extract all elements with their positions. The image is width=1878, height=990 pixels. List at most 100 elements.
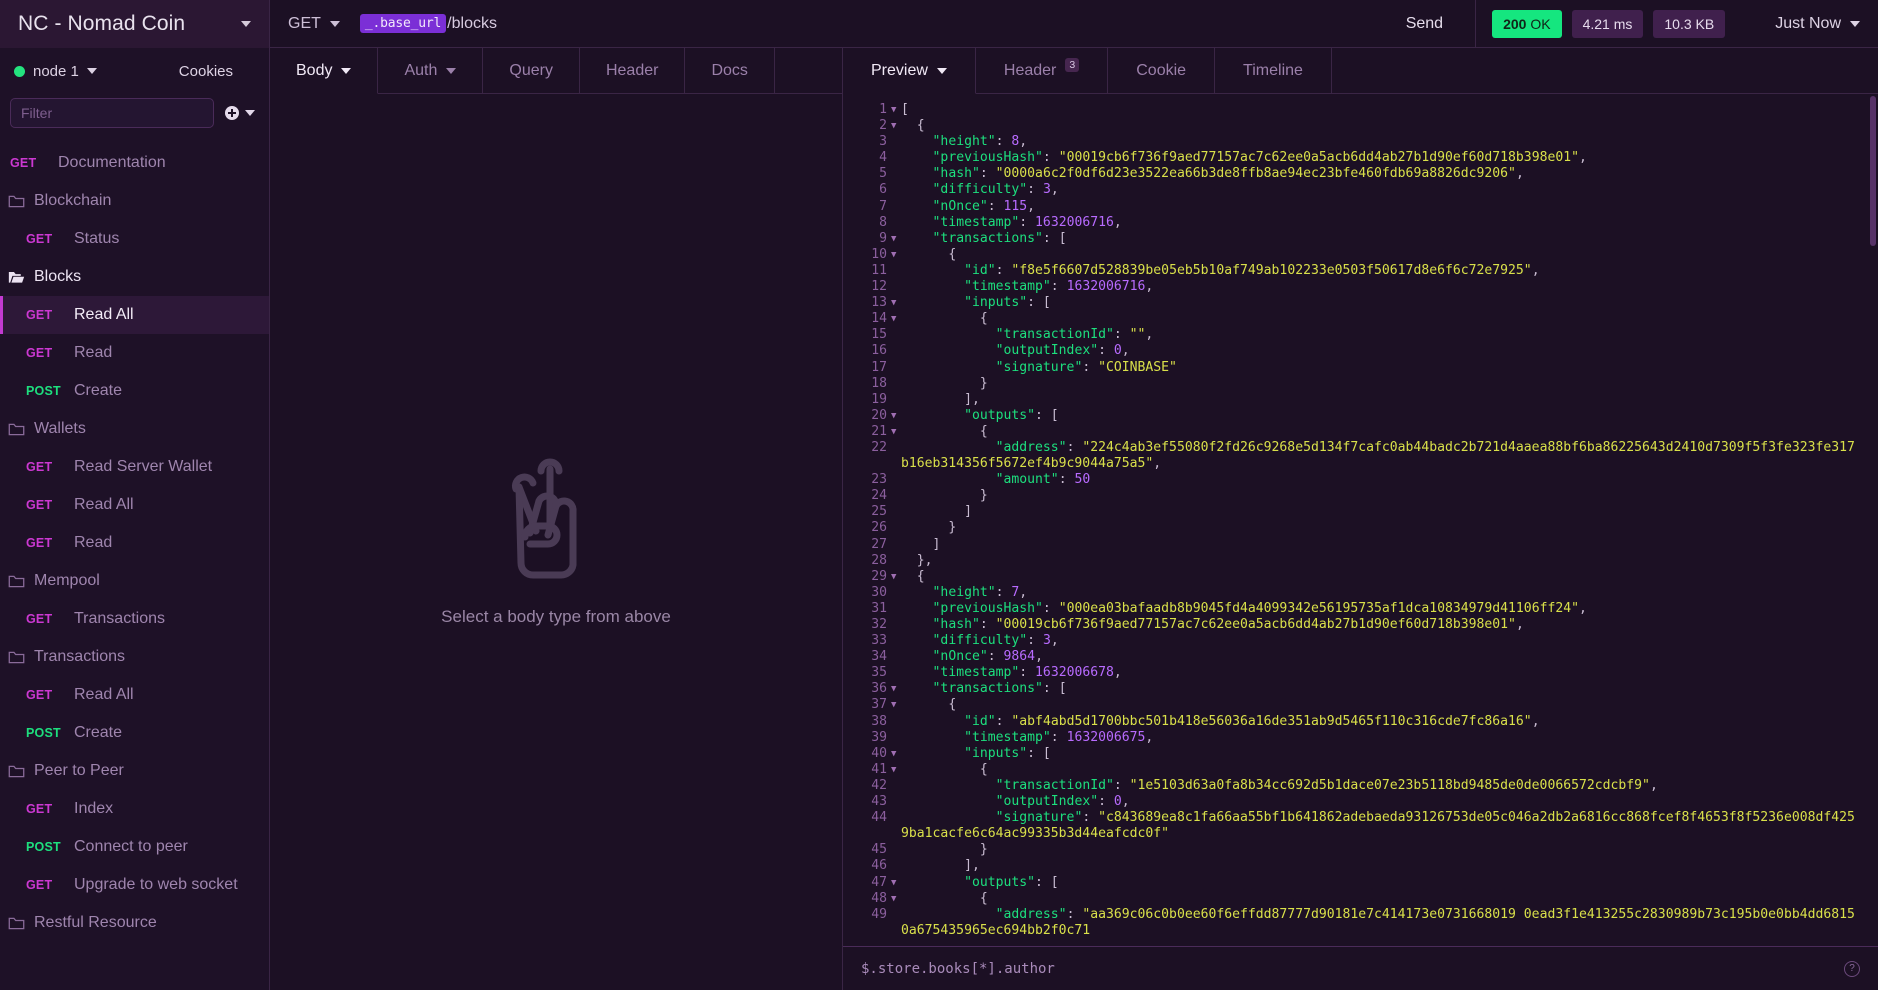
fold-toggle-icon[interactable]: ▼ xyxy=(889,891,901,907)
sidebar-item-connect-to-peer[interactable]: POST Connect to peer xyxy=(0,828,269,866)
sidebar-item-read-server-wallet[interactable]: GET Read Server Wallet xyxy=(0,448,269,486)
method-selector[interactable]: GET xyxy=(288,15,340,33)
response-time-badge: 4.21 ms xyxy=(1571,9,1644,38)
folder-closed-icon xyxy=(8,574,25,589)
fold-toggle-icon[interactable]: ▼ xyxy=(889,102,901,118)
sidebar-item-read[interactable]: GET Read xyxy=(0,524,269,562)
line-number: 34 xyxy=(871,649,887,665)
question-circle-icon[interactable]: ? xyxy=(1844,960,1860,977)
url-path: /blocks xyxy=(447,14,497,32)
tab-docs[interactable]: Docs xyxy=(685,48,775,94)
fold-toggle-icon[interactable]: ▼ xyxy=(889,746,901,762)
fold-toggle-icon[interactable]: ▼ xyxy=(889,424,901,440)
code-line-text: "transactionId": "1e5103d63a0fa8b34cc692… xyxy=(995,777,1658,793)
code-line: 13 ▼ "inputs": [ xyxy=(843,295,1878,311)
fold-toggle-icon[interactable]: ▼ xyxy=(889,231,901,247)
tab-preview[interactable]: Preview xyxy=(843,48,976,94)
workspace-selector[interactable]: NC - Nomad Coin xyxy=(0,0,270,48)
history-selector[interactable]: Just Now xyxy=(1735,15,1860,33)
tab-timeline[interactable]: Timeline xyxy=(1215,48,1332,94)
filter-input[interactable] xyxy=(10,98,214,128)
tab-label: Timeline xyxy=(1243,61,1303,79)
code-line-text: "hash": "00019cb6f736f9aed77157ac7c62ee0… xyxy=(932,617,1524,632)
url-input[interactable]: _.base_url/blocks xyxy=(359,14,497,33)
sidebar-item-documentation[interactable]: GET Documentation xyxy=(0,144,269,182)
folder-closed-icon xyxy=(8,194,25,209)
sidebar-item-read-all[interactable]: GET Read All xyxy=(0,676,269,714)
sidebar-folder-blocks[interactable]: Blocks xyxy=(0,258,269,296)
tab-header[interactable]: Header xyxy=(579,48,686,94)
chevron-down-icon[interactable] xyxy=(241,18,251,30)
sidebar-item-transactions[interactable]: GET Transactions xyxy=(0,600,269,638)
sidebar-folder-restful-resource[interactable]: Restful Resource xyxy=(0,904,269,942)
sidebar-item-read-all[interactable]: GET Read All xyxy=(0,486,269,524)
code-line: 48 ▼ { xyxy=(843,891,1878,907)
sidebar-item-upgrade-to-web-socket[interactable]: GET Upgrade to web socket xyxy=(0,866,269,904)
sidebar-folder-blockchain[interactable]: Blockchain xyxy=(0,182,269,220)
tab-query[interactable]: Query xyxy=(483,48,580,94)
sidebar-item-read[interactable]: GET Read xyxy=(0,334,269,372)
folder-label: Transactions xyxy=(34,648,125,665)
tab-cookie[interactable]: Cookie xyxy=(1108,48,1216,94)
sidebar-item-status[interactable]: GET Status xyxy=(0,220,269,258)
code-line-text: ], xyxy=(964,391,980,407)
line-number: 33 xyxy=(871,633,887,649)
code-line: 2 ▼ { xyxy=(843,118,1878,134)
cookies-button[interactable]: Cookies xyxy=(179,63,255,80)
fold-toggle-icon[interactable]: ▼ xyxy=(889,311,901,327)
tab-header[interactable]: Header 3 xyxy=(975,48,1109,94)
fold-toggle-icon[interactable]: ▼ xyxy=(889,408,901,424)
response-scrollbar[interactable] xyxy=(1870,96,1876,246)
code-line: 44 "signature": "c843689ea8c1fa66aa55bf1… xyxy=(843,810,1878,842)
code-line-text: } xyxy=(979,488,988,504)
fold-toggle-icon[interactable]: ▼ xyxy=(889,681,901,697)
fold-toggle-icon[interactable]: ▼ xyxy=(889,762,901,778)
folder-label: Peer to Peer xyxy=(34,762,124,779)
sidebar-item-create[interactable]: POST Create xyxy=(0,372,269,410)
tab-label: Docs xyxy=(711,61,748,79)
code-line-text: "height": 8, xyxy=(932,134,1028,150)
sidebar-header: node 1 Cookies xyxy=(0,48,269,94)
sidebar-folder-mempool[interactable]: Mempool xyxy=(0,562,269,600)
environment-selector[interactable]: node 1 xyxy=(14,63,97,80)
sidebar-item-index[interactable]: GET Index xyxy=(0,790,269,828)
fold-toggle-icon[interactable]: ▼ xyxy=(889,875,901,891)
tab-body[interactable]: Body xyxy=(270,48,379,94)
fold-toggle-icon[interactable]: ▼ xyxy=(889,118,901,134)
line-number: 14 xyxy=(871,311,887,327)
code-line: 19 ], xyxy=(843,392,1878,408)
line-number: 6 xyxy=(879,182,887,198)
add-request-button[interactable] xyxy=(224,105,255,121)
sidebar-folder-wallets[interactable]: Wallets xyxy=(0,410,269,448)
sidebar-folder-peer-to-peer[interactable]: Peer to Peer xyxy=(0,752,269,790)
response-preview[interactable]: 1 ▼[2 ▼ {3 "height": 8, 4 "previousHash": "… xyxy=(843,94,1878,946)
endpoint-label: Connect to peer xyxy=(74,838,188,855)
fold-toggle-icon[interactable]: ▼ xyxy=(889,295,901,311)
sidebar-item-read-all[interactable]: GET Read All xyxy=(0,296,269,334)
line-number: 9 xyxy=(879,230,887,246)
code-line-text: "timestamp": 1632006678, xyxy=(932,665,1122,681)
code-line: 16 "outputIndex": 0, xyxy=(843,343,1878,359)
sidebar-folder-transactions[interactable]: Transactions xyxy=(0,638,269,676)
tab-auth[interactable]: Auth xyxy=(378,48,484,94)
code-line: 45 } xyxy=(843,842,1878,858)
jsonpath-input[interactable]: $.store.books[*].author xyxy=(861,961,1055,977)
code-line-text: "timestamp": 1632006716, xyxy=(932,214,1122,230)
send-button[interactable]: Send xyxy=(1392,9,1457,39)
code-line-text: "inputs": [ xyxy=(964,745,1051,761)
fold-toggle-icon[interactable]: ▼ xyxy=(889,697,901,713)
code-line-text: "address": "aa369c06c0b0ee60f6effdd87777… xyxy=(901,906,1855,938)
sidebar-item-create[interactable]: POST Create xyxy=(0,714,269,752)
fold-toggle-icon[interactable]: ▼ xyxy=(889,247,901,263)
endpoint-label: Documentation xyxy=(58,154,166,171)
fold-toggle-icon[interactable]: ▼ xyxy=(889,569,901,585)
code-line-text: "difficulty": 3, xyxy=(932,182,1059,198)
http-method-label: GET xyxy=(26,232,53,246)
code-line-text: ], xyxy=(964,858,980,874)
